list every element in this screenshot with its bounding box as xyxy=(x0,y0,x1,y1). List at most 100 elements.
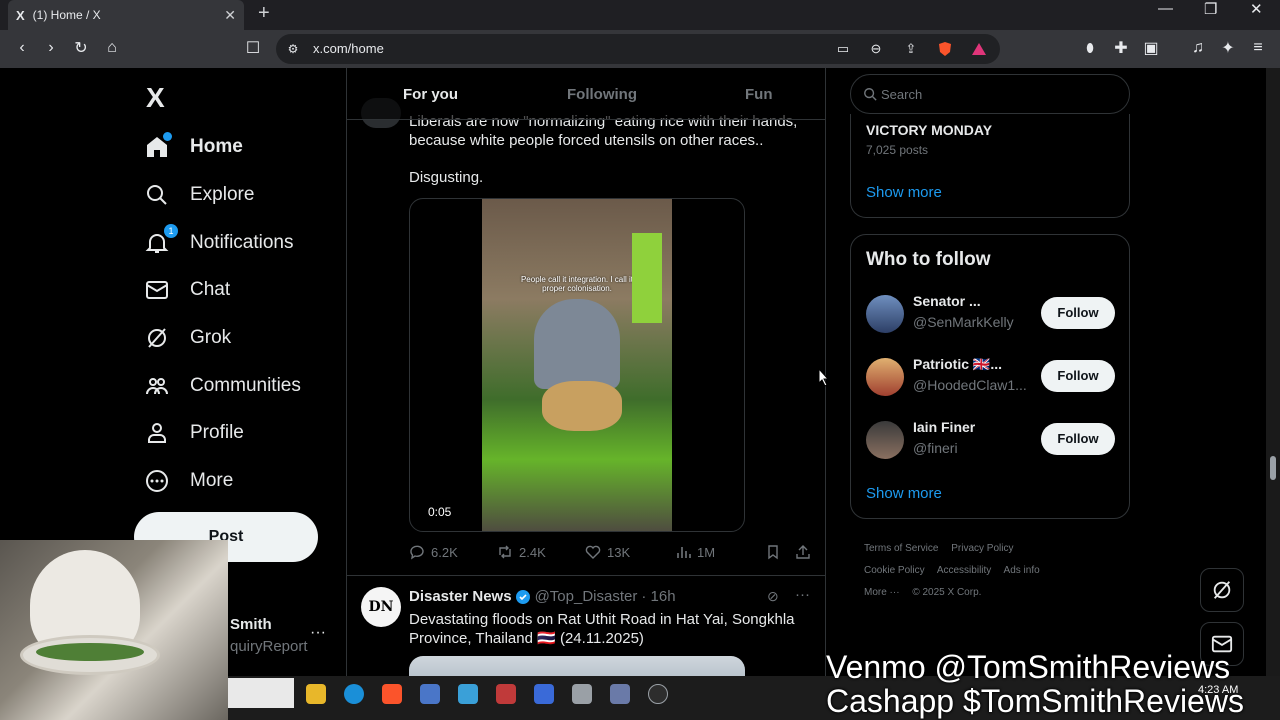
more-circle-icon xyxy=(144,468,170,494)
footer-cookie[interactable]: Cookie Policy xyxy=(864,565,925,576)
tweet2-avatar[interactable]: DN xyxy=(361,587,401,627)
browser-tab[interactable]: X (1) Home / X ✕ xyxy=(8,0,244,30)
window-close-icon[interactable]: ✕ xyxy=(1250,0,1263,18)
tweet1-actions: 6.2K 2.4K 13K 1M xyxy=(409,544,810,564)
media-icon[interactable]: ♫ xyxy=(1187,37,1209,59)
follow-suggestion[interactable]: Patriotic 🇬🇧... @HoodedClaw1... Follow xyxy=(866,354,1116,398)
footer-accessibility[interactable]: Accessibility xyxy=(937,565,991,576)
repost-button[interactable]: 2.4K xyxy=(497,544,546,560)
sidebar-icon[interactable]: ▣ xyxy=(1140,37,1162,59)
tweet1-video[interactable]: People call it integration. I call it pr… xyxy=(409,198,745,532)
follow-button[interactable]: Follow xyxy=(1041,423,1115,455)
account-more-icon[interactable]: ··· xyxy=(310,624,326,642)
address-bar[interactable]: ⚙ x.com/home ▭ ⊖ ⇪ xyxy=(276,34,1000,64)
new-tab-button[interactable]: + xyxy=(258,2,270,25)
nav-label-chat: Chat xyxy=(190,279,231,300)
follow-suggestion[interactable]: Iain Finer @fineri Follow xyxy=(866,417,1116,461)
footer-terms[interactable]: Terms of Service xyxy=(864,543,938,554)
tab-following[interactable]: Following xyxy=(567,86,637,103)
page-scrollbar[interactable] xyxy=(1266,68,1280,720)
footer-privacy[interactable]: Privacy Policy xyxy=(951,543,1013,554)
reply-count: 6.2K xyxy=(431,544,458,560)
account-handle[interactable]: quiryReport xyxy=(230,638,308,655)
site-settings-icon[interactable]: ⚙ xyxy=(282,38,304,60)
share-icon[interactable]: ⇪ xyxy=(900,38,922,60)
video-bystander xyxy=(632,233,662,323)
share-tweet-icon[interactable] xyxy=(795,544,817,560)
wallet-icon[interactable]: ⬮ xyxy=(1079,37,1101,59)
calculator-icon[interactable] xyxy=(420,684,440,704)
cast-icon[interactable]: ▭ xyxy=(832,38,854,60)
suggestion-handle: @HoodedClaw1... xyxy=(913,377,1027,393)
timeline: Liberals are now "normalizing" eating ri… xyxy=(346,68,826,720)
like-button[interactable]: 13K xyxy=(585,544,630,560)
tweet2-time[interactable]: · 16h xyxy=(641,588,675,605)
forward-icon[interactable]: › xyxy=(40,37,62,59)
leo-ai-icon[interactable]: ✦ xyxy=(1217,37,1239,59)
zoom-icon[interactable]: ⊖ xyxy=(865,38,887,60)
bookmark-icon[interactable]: ☐ xyxy=(242,37,264,59)
tab-for-you[interactable]: For you xyxy=(403,86,458,103)
webcam-overlay xyxy=(0,540,228,720)
extensions-icon[interactable]: ✚ xyxy=(1110,37,1132,59)
search-input[interactable]: Search xyxy=(850,74,1130,114)
nav-home[interactable]: Home xyxy=(144,129,243,165)
nav-grok[interactable]: Grok xyxy=(144,320,231,356)
close-tab-icon[interactable]: ✕ xyxy=(224,7,236,24)
app-icon[interactable] xyxy=(572,684,592,704)
right-sidebar: VICTORY MONDAY 7,025 posts Show more Sea… xyxy=(826,68,1266,720)
home-icon xyxy=(144,132,172,160)
brave-rewards-icon[interactable] xyxy=(968,38,990,60)
taskbar-search[interactable] xyxy=(228,678,294,708)
scrollbar-thumb[interactable] xyxy=(1270,456,1276,480)
tweet2-more-icon[interactable]: ··· xyxy=(795,586,810,603)
tweet2-author-name[interactable]: Disaster News xyxy=(409,588,512,605)
repost-icon xyxy=(499,545,511,559)
footer-ads[interactable]: Ads info xyxy=(1004,565,1040,576)
trend-title[interactable]: VICTORY MONDAY xyxy=(866,122,992,138)
x-logo-icon[interactable]: X xyxy=(146,82,165,114)
nav-label-grok: Grok xyxy=(190,327,232,348)
remote-desktop-icon[interactable] xyxy=(458,684,478,704)
edge-icon[interactable] xyxy=(344,684,364,704)
nav-notifications[interactable]: 1 Notifications xyxy=(144,224,294,261)
back-icon[interactable]: ‹ xyxy=(11,37,33,59)
nav-profile[interactable]: Profile xyxy=(144,415,244,451)
account-name[interactable]: Smith xyxy=(230,616,272,633)
tab-title: (1) Home / X xyxy=(32,8,101,22)
file-explorer-icon[interactable] xyxy=(306,684,326,704)
trends-show-more[interactable]: Show more xyxy=(866,184,942,201)
app-icon[interactable] xyxy=(534,684,554,704)
nav-chat[interactable]: Chat xyxy=(144,272,230,308)
follow-button[interactable]: Follow xyxy=(1041,297,1115,329)
follow-suggestion[interactable]: Senator ... @SenMarkKelly Follow xyxy=(866,291,1116,335)
grok-fab[interactable] xyxy=(1200,568,1244,612)
app-icon[interactable] xyxy=(496,684,516,704)
venmo-text: Venmo @TomSmithReviews xyxy=(826,649,1231,685)
footer-more[interactable]: More ··· xyxy=(864,587,900,598)
tab-fun[interactable]: Fun xyxy=(745,86,773,103)
browser-tab-bar: X (1) Home / X ✕ + — ❐ ✕ xyxy=(0,0,1280,30)
menu-icon[interactable]: ≡ xyxy=(1247,37,1269,59)
app-icon[interactable] xyxy=(648,684,668,704)
brave-shields-icon[interactable] xyxy=(934,38,956,60)
minimize-icon[interactable]: — xyxy=(1158,0,1173,17)
restore-icon[interactable]: ❐ xyxy=(1204,0,1217,18)
trend-post-count: 7,025 posts xyxy=(866,143,929,157)
reload-icon[interactable]: ↻ xyxy=(70,37,92,59)
nav-communities[interactable]: Communities xyxy=(144,368,301,404)
brave-icon[interactable] xyxy=(382,684,402,704)
home-browser-icon[interactable]: ⌂ xyxy=(101,37,123,59)
nav-explore[interactable]: Explore xyxy=(144,177,254,213)
cashapp-text: Cashapp $TomSmithReviews xyxy=(826,683,1244,719)
bookmark-tweet-icon[interactable] xyxy=(765,544,787,560)
who-to-follow-show-more[interactable]: Show more xyxy=(866,485,942,502)
camera-icon[interactable] xyxy=(610,684,630,704)
nav-more[interactable]: More xyxy=(144,463,233,499)
grok-actions-icon[interactable]: ⊘ xyxy=(767,588,779,605)
follow-button[interactable]: Follow xyxy=(1041,360,1115,392)
views-button[interactable]: 1M xyxy=(675,544,715,560)
tweet2-handle[interactable]: @Top_Disaster xyxy=(535,588,638,605)
reply-button[interactable]: 6.2K xyxy=(409,544,458,560)
tweet1-line2: because white people forced utensils on … xyxy=(409,132,764,149)
